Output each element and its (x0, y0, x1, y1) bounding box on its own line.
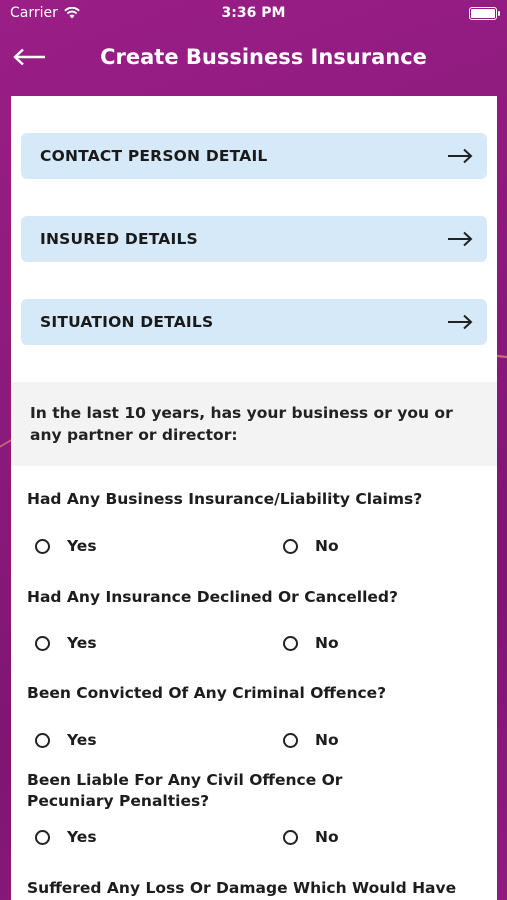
radio-circle-icon (35, 829, 50, 845)
radio-circle-icon (35, 732, 50, 748)
radio-no-label: No (315, 634, 339, 652)
arrow-right-icon (448, 231, 473, 247)
arrow-right-icon (448, 314, 473, 330)
radio-no[interactable]: No (283, 634, 339, 652)
situation-details-button[interactable]: SITUATION DETAILS (21, 299, 487, 345)
section-label: SITUATION DETAILS (40, 313, 214, 331)
radio-group-civil-offence: Yes No (11, 828, 497, 852)
question-insurance-declined: Had Any Insurance Declined Or Cancelled? (27, 588, 398, 606)
radio-circle-icon (283, 538, 298, 554)
radio-yes-label: Yes (67, 537, 97, 555)
radio-no-label: No (315, 828, 339, 846)
radio-yes-label: Yes (67, 828, 97, 846)
question-criminal-offence: Been Convicted Of Any Criminal Offence? (27, 684, 387, 702)
radio-circle-icon (283, 732, 298, 748)
radio-group-criminal-offence: Yes No (11, 731, 497, 755)
radio-no-label: No (315, 537, 339, 555)
page-title: Create Bussiness Insurance (100, 45, 427, 69)
radio-circle-icon (35, 538, 50, 554)
radio-circle-icon (35, 635, 50, 651)
radio-circle-icon (283, 829, 298, 845)
radio-no[interactable]: No (283, 731, 339, 749)
status-bar: Carrier 3:36 PM (0, 0, 507, 28)
radio-yes[interactable]: Yes (35, 634, 97, 652)
status-time: 3:36 PM (221, 5, 286, 21)
question-civil-offence: Been Liable For Any Civil Offence Or Pec… (27, 771, 343, 810)
section-label: CONTACT PERSON DETAIL (40, 147, 268, 165)
radio-no-label: No (315, 731, 339, 749)
arrow-right-icon (448, 148, 473, 164)
back-button[interactable] (0, 28, 60, 86)
contact-person-detail-button[interactable]: CONTACT PERSON DETAIL (21, 133, 487, 179)
section-label: INSURED DETAILS (40, 230, 198, 248)
radio-circle-icon (283, 635, 298, 651)
radio-yes[interactable]: Yes (35, 731, 97, 749)
navigation-bar: Create Bussiness Insurance (0, 28, 507, 86)
radio-no[interactable]: No (283, 537, 339, 555)
question-loss-damage: Suffered Any Loss Or Damage Which Would … (27, 879, 457, 897)
back-arrow-icon (13, 48, 45, 66)
insured-details-button[interactable]: INSURED DETAILS (21, 216, 487, 262)
radio-group-insurance-declined: Yes No (11, 634, 497, 658)
radio-group-business-claims: Yes No (11, 537, 497, 561)
form-card: CONTACT PERSON DETAIL INSURED DETAILS SI… (11, 96, 497, 900)
question-business-claims: Had Any Business Insurance/Liability Cla… (27, 490, 423, 508)
radio-yes[interactable]: Yes (35, 537, 97, 555)
radio-no[interactable]: No (283, 828, 339, 846)
battery-icon (469, 7, 500, 20)
radio-yes-label: Yes (67, 634, 97, 652)
radio-yes-label: Yes (67, 731, 97, 749)
intro-text: In the last 10 years, has your business … (11, 382, 497, 466)
radio-yes[interactable]: Yes (35, 828, 97, 846)
